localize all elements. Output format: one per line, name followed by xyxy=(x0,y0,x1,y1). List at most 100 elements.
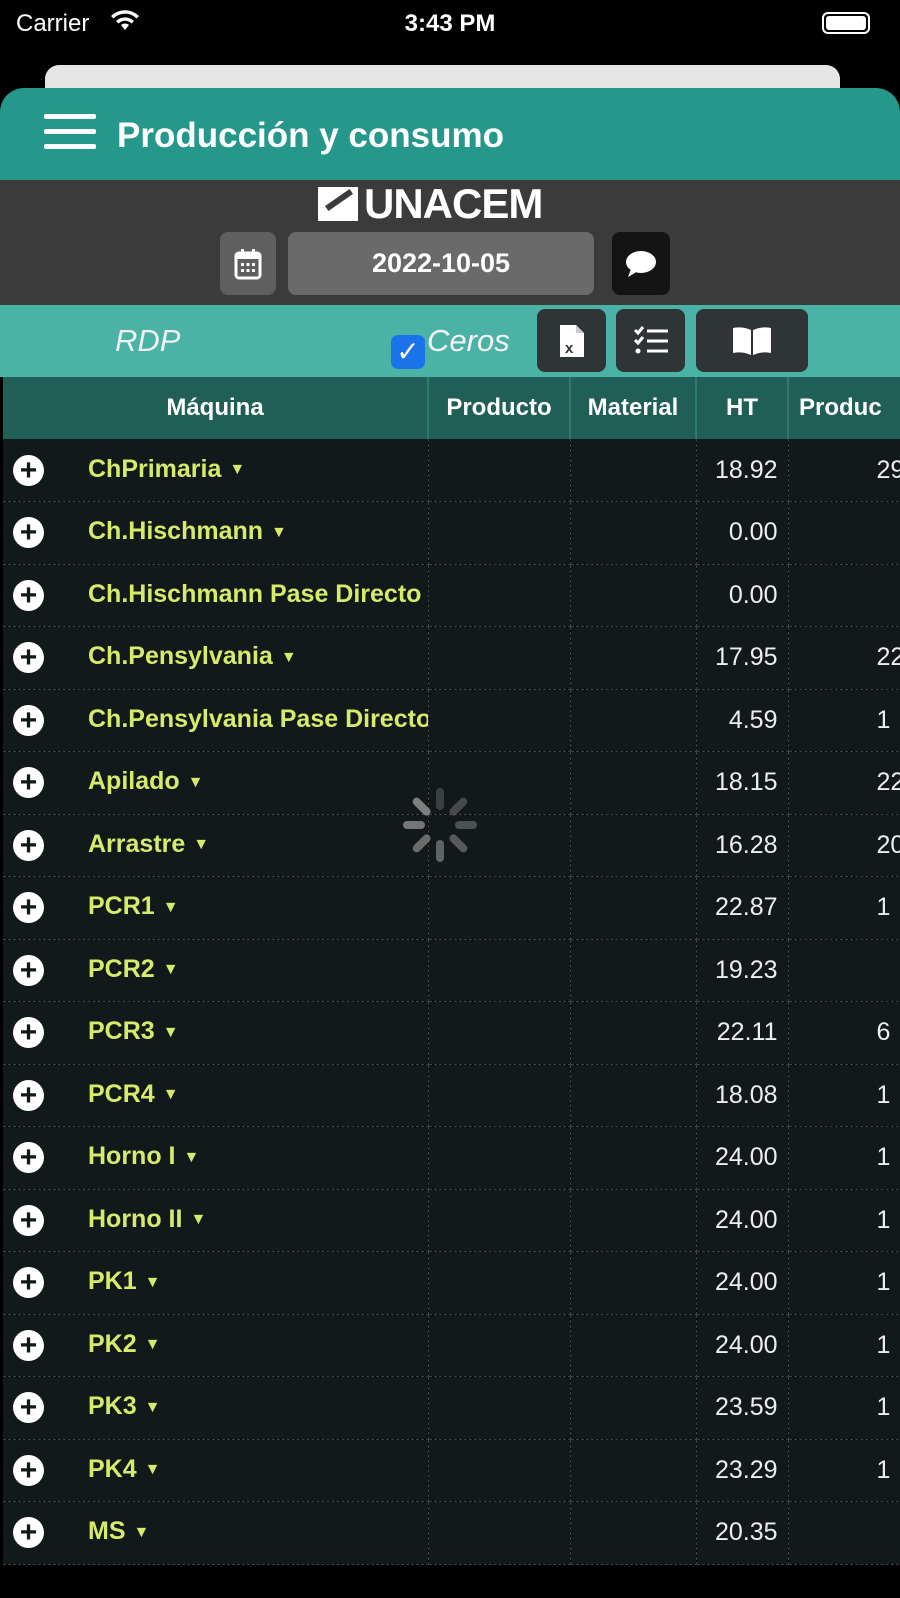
machine-cell[interactable]: + Horno II ▼ xyxy=(3,1189,429,1252)
caret-down-icon[interactable]: ▼ xyxy=(163,899,179,916)
caret-down-icon[interactable]: ▼ xyxy=(184,1149,200,1166)
expand-plus-icon[interactable]: + xyxy=(13,954,44,986)
expand-plus-icon[interactable]: + xyxy=(13,579,44,611)
machine-cell[interactable]: + PK2 ▼ xyxy=(3,1314,429,1377)
table-row[interactable]: + Ch.Pensylvania ▼ 17.95 22 xyxy=(3,626,900,690)
machine-name[interactable]: MS xyxy=(88,1517,126,1545)
excel-export-button[interactable]: x xyxy=(537,309,606,372)
manual-button[interactable] xyxy=(696,309,808,372)
machine-cell[interactable]: + ChPrimaria ▼ xyxy=(3,439,429,502)
machine-cell[interactable]: + PK3 ▼ xyxy=(3,1376,429,1440)
caret-down-icon[interactable]: ▼ xyxy=(163,1024,179,1041)
table-row[interactable]: + ChPrimaria ▼ 18.92 29 xyxy=(3,439,900,502)
ceros-checkbox[interactable]: ✓ xyxy=(391,335,425,369)
table-row[interactable]: + MS ▼ 20.35 xyxy=(3,1501,900,1565)
machine-cell[interactable]: + PK1 ▼ xyxy=(3,1251,429,1315)
machine-name[interactable]: PK4 xyxy=(88,1455,137,1483)
expand-plus-icon[interactable]: + xyxy=(13,829,44,861)
machine-cell[interactable]: + PCR2 ▼ xyxy=(3,939,429,1002)
expand-plus-icon[interactable]: + xyxy=(13,767,44,799)
col-maquina[interactable]: Máquina xyxy=(3,377,429,439)
caret-down-icon[interactable]: ▼ xyxy=(145,1461,161,1478)
expand-plus-icon[interactable]: + xyxy=(13,1517,44,1549)
caret-down-icon[interactable]: ▼ xyxy=(145,1336,161,1353)
expand-plus-icon[interactable]: + xyxy=(13,1017,44,1049)
table-row[interactable]: + Horno II ▼ 24.00 1 xyxy=(3,1189,900,1252)
machine-name[interactable]: ChPrimaria xyxy=(88,455,221,483)
expand-plus-icon[interactable]: + xyxy=(13,892,44,924)
machine-name[interactable]: Apilado xyxy=(88,767,180,795)
machine-name[interactable]: PK1 xyxy=(88,1267,137,1295)
menu-icon[interactable] xyxy=(44,114,96,152)
table-row[interactable]: + PK3 ▼ 23.59 1 xyxy=(3,1376,900,1440)
col-material[interactable]: Material xyxy=(570,377,697,439)
machine-name[interactable]: PCR1 xyxy=(88,892,155,920)
machine-name[interactable]: Arrastre xyxy=(88,830,185,858)
machine-cell[interactable]: +Ch.Pensylvania Pase Directo▼ xyxy=(3,689,429,752)
table-row[interactable]: +Ch.Hischmann Pase Directo▼ 0.00 xyxy=(3,564,900,627)
caret-down-icon[interactable]: ▼ xyxy=(193,836,209,853)
machine-name[interactable]: PK2 xyxy=(88,1330,137,1358)
caret-down-icon[interactable]: ▼ xyxy=(281,649,297,666)
expand-plus-icon[interactable]: + xyxy=(13,704,44,736)
machine-cell[interactable]: + Horno I ▼ xyxy=(3,1126,429,1190)
table-row[interactable]: + PK1 ▼ 24.00 1 xyxy=(3,1251,900,1315)
comment-button[interactable] xyxy=(612,232,670,295)
expand-plus-icon[interactable]: + xyxy=(13,1267,44,1299)
caret-down-icon[interactable]: ▼ xyxy=(188,774,204,791)
expand-plus-icon[interactable]: + xyxy=(13,454,44,486)
expand-plus-icon[interactable]: + xyxy=(13,642,44,674)
machine-cell[interactable]: +Ch.Hischmann Pase Directo▼ xyxy=(3,564,429,627)
machine-name[interactable]: PCR2 xyxy=(88,955,155,983)
machine-name[interactable]: Ch.Pensylvania Pase Directo xyxy=(88,705,427,733)
caret-down-icon[interactable]: ▼ xyxy=(229,461,245,478)
expand-plus-icon[interactable]: + xyxy=(13,1204,44,1236)
machine-name[interactable]: PCR3 xyxy=(88,1017,155,1045)
machine-name[interactable]: Ch.Pensylvania xyxy=(88,642,273,670)
machine-cell[interactable]: + PCR1 ▼ xyxy=(3,876,429,940)
table-row[interactable]: +Ch.Pensylvania Pase Directo▼ 4.59 1 xyxy=(3,689,900,752)
ceros-label[interactable]: Ceros xyxy=(427,323,510,359)
calendar-button[interactable] xyxy=(220,232,276,295)
caret-down-icon[interactable]: ▼ xyxy=(145,1274,161,1291)
table-row[interactable]: + PK2 ▼ 24.00 1 xyxy=(3,1314,900,1377)
caret-down-icon[interactable]: ▼ xyxy=(134,1524,150,1541)
table-row[interactable]: + PCR4 ▼ 18.08 1 xyxy=(3,1064,900,1127)
caret-down-icon[interactable]: ▼ xyxy=(145,1399,161,1416)
expand-plus-icon[interactable]: + xyxy=(13,517,44,549)
expand-plus-icon[interactable]: + xyxy=(13,1329,44,1361)
expand-plus-icon[interactable]: + xyxy=(13,1392,44,1424)
caret-down-icon[interactable]: ▼ xyxy=(163,1086,179,1103)
table-row[interactable]: + PK4 ▼ 23.29 1 xyxy=(3,1439,900,1502)
checklist-button[interactable] xyxy=(616,309,685,372)
machine-cell[interactable]: + Arrastre ▼ xyxy=(3,814,429,877)
machine-cell[interactable]: + PCR4 ▼ xyxy=(3,1064,429,1127)
table-row[interactable]: + Horno I ▼ 24.00 1 xyxy=(3,1126,900,1190)
machine-name[interactable]: Ch.Hischmann xyxy=(88,517,263,545)
table-row[interactable]: + PCR3 ▼ 22.11 6 xyxy=(3,1001,900,1065)
table-row[interactable]: + PCR2 ▼ 19.23 xyxy=(3,939,900,1002)
col-producto[interactable]: Producto xyxy=(428,377,571,439)
machine-name[interactable]: PCR4 xyxy=(88,1080,155,1108)
caret-down-icon[interactable]: ▼ xyxy=(163,961,179,978)
machine-name[interactable]: PK3 xyxy=(88,1392,137,1420)
machine-cell[interactable]: + Apilado ▼ xyxy=(3,751,429,815)
table-row[interactable]: + PCR1 ▼ 22.87 1 xyxy=(3,876,900,940)
expand-plus-icon[interactable]: + xyxy=(13,1142,44,1174)
machine-cell[interactable]: + PCR3 ▼ xyxy=(3,1001,429,1065)
caret-down-icon[interactable]: ▼ xyxy=(190,1211,206,1228)
machine-name[interactable]: Horno I xyxy=(88,1142,176,1170)
col-ht[interactable]: HT xyxy=(696,377,789,439)
machine-cell[interactable]: + MS ▼ xyxy=(3,1501,429,1565)
table-row[interactable]: + Ch.Hischmann ▼ 0.00 xyxy=(3,501,900,565)
machine-cell[interactable]: + Ch.Pensylvania ▼ xyxy=(3,626,429,690)
caret-down-icon[interactable]: ▼ xyxy=(271,524,287,541)
expand-plus-icon[interactable]: + xyxy=(13,1079,44,1111)
machine-cell[interactable]: + Ch.Hischmann ▼ xyxy=(3,501,429,565)
col-produccion[interactable]: Produc xyxy=(788,377,900,439)
machine-name[interactable]: Horno II xyxy=(88,1205,182,1233)
date-field[interactable]: 2022-10-05 xyxy=(288,232,594,295)
machine-cell[interactable]: + PK4 ▼ xyxy=(3,1439,429,1502)
machine-name[interactable]: Ch.Hischmann Pase Directo xyxy=(88,580,421,608)
expand-plus-icon[interactable]: + xyxy=(13,1454,44,1486)
